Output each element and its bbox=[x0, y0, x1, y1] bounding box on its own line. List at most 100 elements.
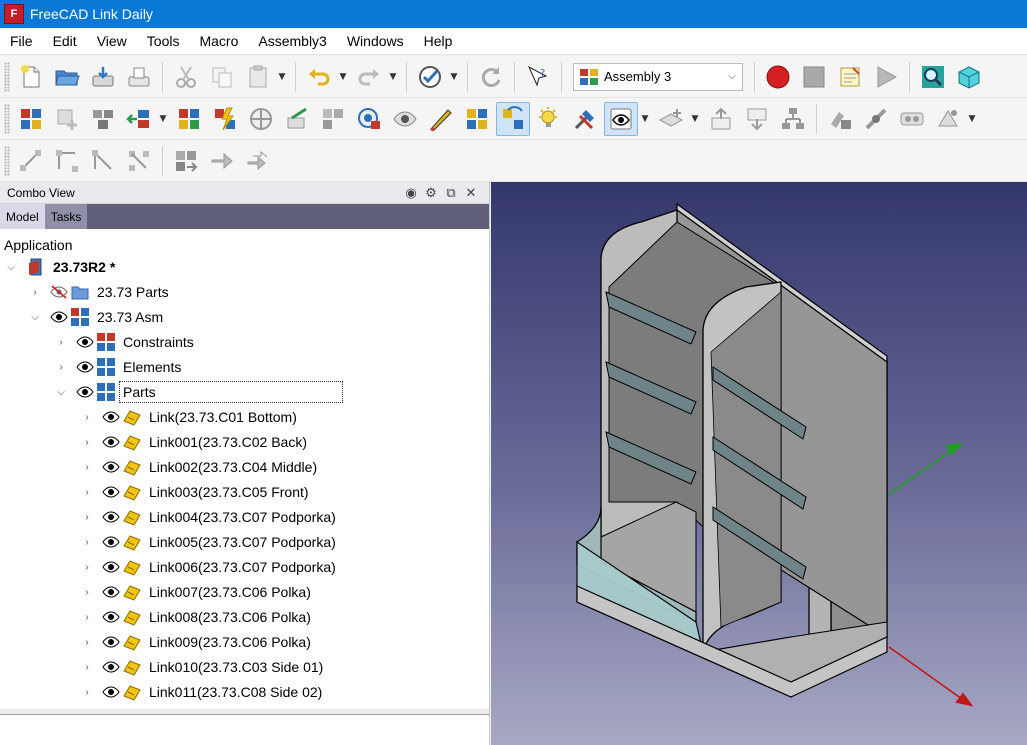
paste-button[interactable] bbox=[241, 60, 275, 94]
chevron-right-icon[interactable]: › bbox=[80, 560, 94, 574]
tree-item[interactable]: ⌵ Parts bbox=[54, 380, 343, 404]
menu-windows[interactable]: Windows bbox=[337, 33, 414, 49]
export-button[interactable] bbox=[205, 144, 239, 178]
solve-button[interactable] bbox=[172, 102, 206, 136]
chevron-right-icon[interactable]: › bbox=[80, 410, 94, 424]
find-element-button[interactable] bbox=[316, 102, 350, 136]
eye-icon[interactable] bbox=[102, 535, 120, 549]
quick-constraint-button[interactable] bbox=[280, 102, 314, 136]
selection-view-dropdown-arrow[interactable]: ▼ bbox=[639, 102, 651, 136]
chevron-right-icon[interactable]: › bbox=[80, 460, 94, 474]
export-multi-button[interactable] bbox=[241, 144, 275, 178]
eye-icon[interactable] bbox=[102, 560, 120, 574]
macro-run-button[interactable] bbox=[869, 60, 903, 94]
tree-item[interactable]: › Link009(23.73.C06 Polka) bbox=[80, 630, 313, 654]
tree-item[interactable]: › Link011(23.73.C08 Side 02) bbox=[80, 680, 324, 704]
menu-edit[interactable]: Edit bbox=[43, 33, 87, 49]
tree-item[interactable]: ⌵ 23.73 Asm bbox=[28, 305, 165, 329]
sketch-angle-button[interactable] bbox=[50, 144, 84, 178]
paste-dropdown-arrow[interactable]: ▼ bbox=[276, 60, 288, 94]
toggle-visibility-button[interactable] bbox=[388, 102, 422, 136]
macro-stop-button[interactable] bbox=[797, 60, 831, 94]
move-part-button[interactable] bbox=[122, 102, 156, 136]
chevron-right-icon[interactable]: › bbox=[80, 535, 94, 549]
chevron-right-icon[interactable]: › bbox=[80, 435, 94, 449]
menu-help[interactable]: Help bbox=[414, 33, 463, 49]
undo-button[interactable] bbox=[302, 60, 336, 94]
macro-record-button[interactable] bbox=[761, 60, 795, 94]
chevron-right-icon[interactable]: › bbox=[54, 360, 68, 374]
cabinet-model[interactable] bbox=[491, 182, 1027, 745]
trace-button[interactable] bbox=[424, 102, 458, 136]
whats-this-button[interactable]: ? bbox=[521, 60, 555, 94]
close-icon[interactable]: ✕ bbox=[461, 185, 481, 201]
menu-macro[interactable]: Macro bbox=[189, 33, 248, 49]
workplane-dropdown-arrow[interactable]: ▼ bbox=[689, 102, 701, 136]
check-dropdown-arrow[interactable]: ▼ bbox=[448, 60, 460, 94]
toolbar-grip[interactable] bbox=[4, 61, 10, 92]
menu-file[interactable]: File bbox=[0, 33, 43, 49]
macro-edit-button[interactable] bbox=[833, 60, 867, 94]
refresh-button[interactable] bbox=[474, 60, 508, 94]
3d-viewport[interactable] bbox=[491, 182, 1027, 745]
eye-icon[interactable] bbox=[102, 685, 120, 699]
eye-icon[interactable] bbox=[102, 635, 120, 649]
constraint-coincident-button[interactable] bbox=[895, 102, 929, 136]
tree-item[interactable]: › Link007(23.73.C06 Polka) bbox=[80, 580, 313, 604]
new-assembly-button[interactable] bbox=[14, 102, 48, 136]
tree-item[interactable]: › Link004(23.73.C07 Podporka) bbox=[80, 505, 338, 529]
add-part-button[interactable] bbox=[50, 102, 84, 136]
chevron-right-icon[interactable]: › bbox=[80, 585, 94, 599]
eye-icon[interactable] bbox=[102, 510, 120, 524]
tree-item[interactable]: › 23.73 Parts bbox=[28, 280, 171, 304]
menu-assembly3[interactable]: Assembly3 bbox=[248, 33, 336, 49]
tree-item[interactable]: › Link008(23.73.C06 Polka) bbox=[80, 605, 313, 629]
auto-recompute-button[interactable] bbox=[460, 102, 494, 136]
tree-item-document[interactable]: ⌵ 23.73R2 * bbox=[4, 255, 117, 279]
sketch-line-button[interactable] bbox=[14, 144, 48, 178]
highlight-button[interactable] bbox=[532, 102, 566, 136]
lock-mover-button[interactable] bbox=[352, 102, 386, 136]
add-workplane-button[interactable] bbox=[654, 102, 688, 136]
chevron-right-icon[interactable]: › bbox=[80, 635, 94, 649]
assembly-tree-button[interactable] bbox=[776, 102, 810, 136]
toolbar-grip[interactable] bbox=[4, 103, 10, 134]
tools-button[interactable] bbox=[568, 102, 602, 136]
save-button[interactable] bbox=[86, 60, 120, 94]
menu-tools[interactable]: Tools bbox=[137, 33, 190, 49]
sketch-perpendicular-button[interactable] bbox=[86, 144, 120, 178]
move-item-down-button[interactable] bbox=[740, 102, 774, 136]
tree-item[interactable]: › Link002(23.73.C04 Middle) bbox=[80, 455, 319, 479]
chevron-right-icon[interactable]: › bbox=[80, 510, 94, 524]
workbench-check-button[interactable] bbox=[413, 60, 447, 94]
chevron-right-icon[interactable]: › bbox=[80, 485, 94, 499]
tree-item[interactable]: › Elements bbox=[54, 355, 183, 379]
float-window-icon[interactable]: ⧉ bbox=[441, 185, 461, 201]
tree-item[interactable]: › Link005(23.73.C07 Podporka) bbox=[80, 530, 338, 554]
quick-solve-button[interactable] bbox=[208, 102, 242, 136]
eye-icon[interactable]: ◉ bbox=[401, 185, 421, 201]
open-button[interactable] bbox=[50, 60, 84, 94]
copy-button[interactable] bbox=[205, 60, 239, 94]
eye-icon[interactable] bbox=[102, 660, 120, 674]
eye-icon[interactable] bbox=[50, 310, 68, 324]
eye-hidden-icon[interactable] bbox=[50, 285, 68, 299]
workbench-selector[interactable]: Assembly 3 ⌵ bbox=[573, 62, 743, 91]
gear-icon[interactable]: ⚙ bbox=[421, 185, 441, 201]
tree-item[interactable]: › Link(23.73.C01 Bottom) bbox=[80, 405, 299, 429]
redo-button[interactable] bbox=[352, 60, 386, 94]
eye-icon[interactable] bbox=[102, 585, 120, 599]
move-dropdown-arrow[interactable]: ▼ bbox=[157, 102, 169, 136]
toolbar-grip[interactable] bbox=[4, 145, 10, 176]
chevron-down-icon[interactable]: ⌵ bbox=[28, 310, 42, 324]
chevron-right-icon[interactable]: › bbox=[28, 285, 42, 299]
eye-icon[interactable] bbox=[76, 335, 94, 349]
selection-view-button[interactable] bbox=[604, 101, 638, 136]
constraint-align-button[interactable] bbox=[931, 102, 965, 136]
eye-icon[interactable] bbox=[102, 610, 120, 624]
eye-icon[interactable] bbox=[102, 460, 120, 474]
eye-icon[interactable] bbox=[76, 360, 94, 374]
redo-dropdown-arrow[interactable]: ▼ bbox=[387, 60, 399, 94]
solver-button[interactable] bbox=[169, 144, 203, 178]
eye-icon[interactable] bbox=[76, 385, 94, 399]
